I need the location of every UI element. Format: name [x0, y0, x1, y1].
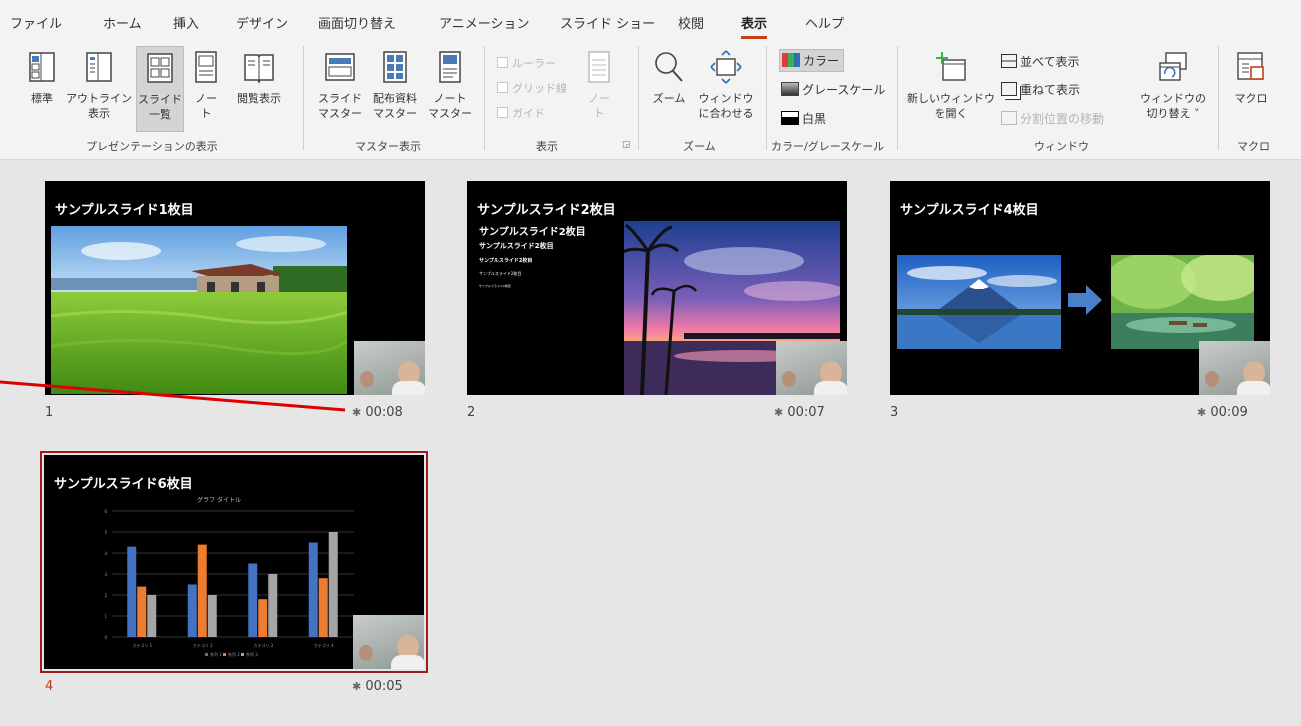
annotation-line [0, 380, 346, 412]
